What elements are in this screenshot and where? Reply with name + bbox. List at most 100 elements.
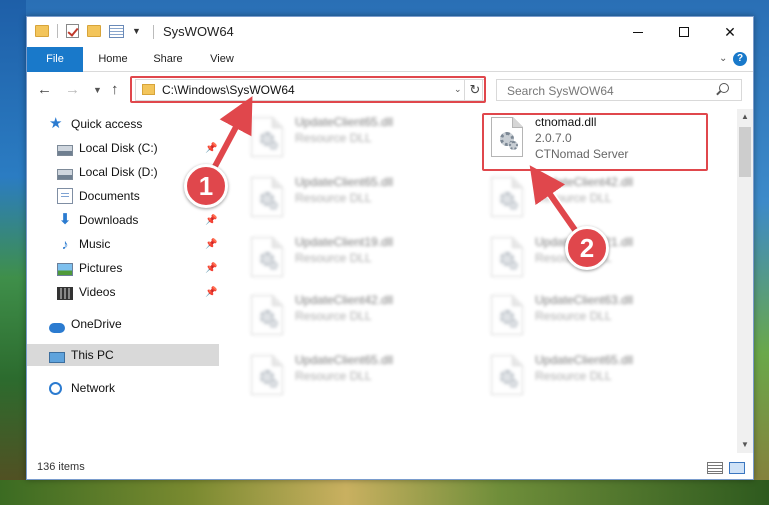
sidebar-item-downloads[interactable]: ⬇ Downloads bbox=[57, 209, 219, 231]
download-icon: ⬇ bbox=[58, 211, 72, 228]
refresh-button[interactable]: ↻ bbox=[464, 79, 486, 101]
tab-share[interactable]: Share bbox=[143, 47, 193, 72]
file-name: UpdateClient63.dll bbox=[535, 293, 634, 307]
search-placeholder[interactable]: Search SysWOW64 bbox=[507, 84, 614, 98]
search-icon[interactable] bbox=[719, 83, 729, 93]
list-item[interactable]: UpdateClient42.dll Resource DLL bbox=[247, 289, 467, 343]
dll-file-icon bbox=[251, 177, 283, 217]
dll-file-icon bbox=[491, 355, 523, 395]
file-version: 2.0.7.0 bbox=[535, 131, 572, 145]
list-item[interactable]: UpdateClient65.dll Resource DLL bbox=[247, 349, 467, 403]
dll-file-icon bbox=[491, 177, 523, 217]
pin-icon[interactable]: 📌 bbox=[205, 143, 217, 154]
vertical-scrollbar[interactable]: ▲ ▼ bbox=[737, 109, 753, 453]
file-type: Resource DLL bbox=[535, 309, 612, 323]
title-bar: ▼ SysWOW64 ✕ bbox=[27, 17, 753, 47]
gear-icon bbox=[509, 201, 518, 210]
properties-check-icon[interactable] bbox=[66, 24, 79, 38]
file-name: UpdateClient42.dll bbox=[535, 175, 634, 189]
sidebar-item-onedrive[interactable]: OneDrive bbox=[49, 313, 219, 335]
videos-icon bbox=[57, 286, 73, 300]
dll-file-icon bbox=[491, 295, 523, 335]
pin-icon[interactable]: 📌 bbox=[205, 215, 217, 226]
sidebar-item-label: Downloads bbox=[79, 213, 139, 227]
sidebar-item-label: Music bbox=[79, 237, 111, 251]
scroll-up-icon[interactable]: ▲ bbox=[741, 112, 749, 121]
pin-icon[interactable]: 📌 bbox=[205, 239, 217, 250]
item-count: 136 items bbox=[37, 461, 85, 473]
customize-toolbar-dropdown-icon[interactable]: ▼ bbox=[132, 26, 141, 36]
list-item[interactable]: UpdateClient63.dll Resource DLL bbox=[487, 289, 707, 343]
sidebar-item-network[interactable]: Network bbox=[49, 377, 219, 399]
tab-view[interactable]: View bbox=[199, 47, 245, 72]
list-item[interactable]: UpdateClient65.dll Resource DLL bbox=[487, 349, 707, 403]
back-arrow-icon[interactable]: ← bbox=[37, 81, 52, 98]
step-marker-2: 2 bbox=[565, 226, 609, 270]
search-box[interactable]: Search SysWOW64 bbox=[496, 79, 742, 101]
file-name: UpdateClient42.dll bbox=[295, 293, 394, 307]
file-description: CTNomad Server bbox=[535, 147, 629, 161]
sidebar-item-pictures[interactable]: Pictures bbox=[57, 257, 219, 279]
gear-icon bbox=[509, 261, 518, 270]
sidebar-item-quick-access[interactable]: ★ Quick access bbox=[49, 113, 219, 135]
expand-ribbon-icon[interactable]: ⌄ bbox=[719, 53, 727, 64]
new-folder-icon[interactable] bbox=[87, 25, 101, 37]
list-item[interactable]: UpdateClient65.dll Resource DLL bbox=[247, 111, 467, 165]
list-item[interactable]: UpdateClient19.dll Resource DLL bbox=[247, 231, 467, 285]
step-marker-1: 1 bbox=[184, 164, 228, 208]
close-button[interactable]: ✕ bbox=[707, 17, 753, 47]
file-name: ctnomad.dll bbox=[535, 115, 597, 129]
file-name: UpdateClient19.dll bbox=[295, 235, 394, 249]
scroll-down-icon[interactable]: ▼ bbox=[741, 440, 749, 449]
address-bar[interactable]: C:\Windows\SysWOW64 ⌄ bbox=[135, 79, 483, 101]
sidebar-item-label: Quick access bbox=[71, 117, 143, 131]
gear-icon bbox=[269, 201, 278, 210]
pictures-icon bbox=[57, 262, 73, 276]
large-icons-view-icon[interactable] bbox=[729, 462, 745, 474]
details-view-icon[interactable] bbox=[707, 462, 723, 474]
sidebar-item-label: Local Disk (D:) bbox=[79, 165, 158, 179]
list-item[interactable]: UpdateClient42.dll Resource DLL bbox=[487, 171, 707, 225]
pin-icon[interactable]: 📌 bbox=[205, 287, 217, 298]
minimize-button[interactable] bbox=[615, 17, 661, 47]
file-type: Resource DLL bbox=[535, 369, 612, 383]
file-type: Resource DLL bbox=[295, 191, 372, 205]
help-icon[interactable]: ? bbox=[733, 52, 747, 66]
navigation-pane: ★ Quick access Local Disk (C:) 📌 Local D… bbox=[27, 109, 219, 453]
dll-file-icon bbox=[491, 117, 523, 157]
list-item[interactable]: UpdateClient65.dll Resource DLL bbox=[247, 171, 467, 225]
tab-file[interactable]: File bbox=[27, 47, 83, 72]
scrollbar-thumb[interactable] bbox=[739, 127, 751, 177]
properties-icon[interactable] bbox=[109, 24, 124, 38]
file-type: Resource DLL bbox=[295, 251, 372, 265]
close-icon: ✕ bbox=[724, 23, 736, 40]
recent-locations-chevron-icon[interactable]: ▼ bbox=[93, 85, 102, 95]
gear-icon bbox=[269, 379, 278, 388]
dll-file-icon bbox=[251, 117, 283, 157]
cloud-icon bbox=[49, 323, 65, 333]
sidebar-item-label: OneDrive bbox=[71, 317, 122, 331]
file-explorer-window: ▼ SysWOW64 ✕ File Home Share View ⌄ ? ← … bbox=[26, 16, 754, 480]
sidebar-item-local-disk-c[interactable]: Local Disk (C:) bbox=[57, 137, 219, 159]
toolbar-separator bbox=[57, 24, 58, 38]
address-path[interactable]: C:\Windows\SysWOW64 bbox=[162, 83, 295, 97]
folder-icon[interactable] bbox=[35, 25, 49, 37]
documents-icon bbox=[57, 188, 73, 204]
forward-arrow-icon[interactable]: → bbox=[65, 81, 80, 98]
computer-icon bbox=[49, 351, 65, 363]
list-item-ctnomad-dll[interactable]: ctnomad.dll 2.0.7.0 CTNomad Server bbox=[487, 111, 707, 171]
maximize-button[interactable] bbox=[661, 17, 707, 47]
file-type: Resource DLL bbox=[535, 191, 612, 205]
desktop-wallpaper bbox=[0, 0, 26, 505]
drive-icon bbox=[57, 144, 73, 156]
sidebar-item-this-pc[interactable]: This PC bbox=[27, 344, 219, 366]
sidebar-item-music[interactable]: ♪ Music bbox=[57, 233, 219, 255]
network-icon bbox=[49, 381, 62, 395]
up-arrow-icon[interactable]: ↑ bbox=[111, 81, 119, 98]
address-dropdown-icon[interactable]: ⌄ bbox=[454, 84, 462, 95]
tab-home[interactable]: Home bbox=[89, 47, 137, 72]
file-type: Resource DLL bbox=[295, 369, 372, 383]
pin-icon[interactable]: 📌 bbox=[205, 263, 217, 274]
drive-icon bbox=[57, 168, 73, 180]
sidebar-item-videos[interactable]: Videos bbox=[57, 281, 219, 303]
